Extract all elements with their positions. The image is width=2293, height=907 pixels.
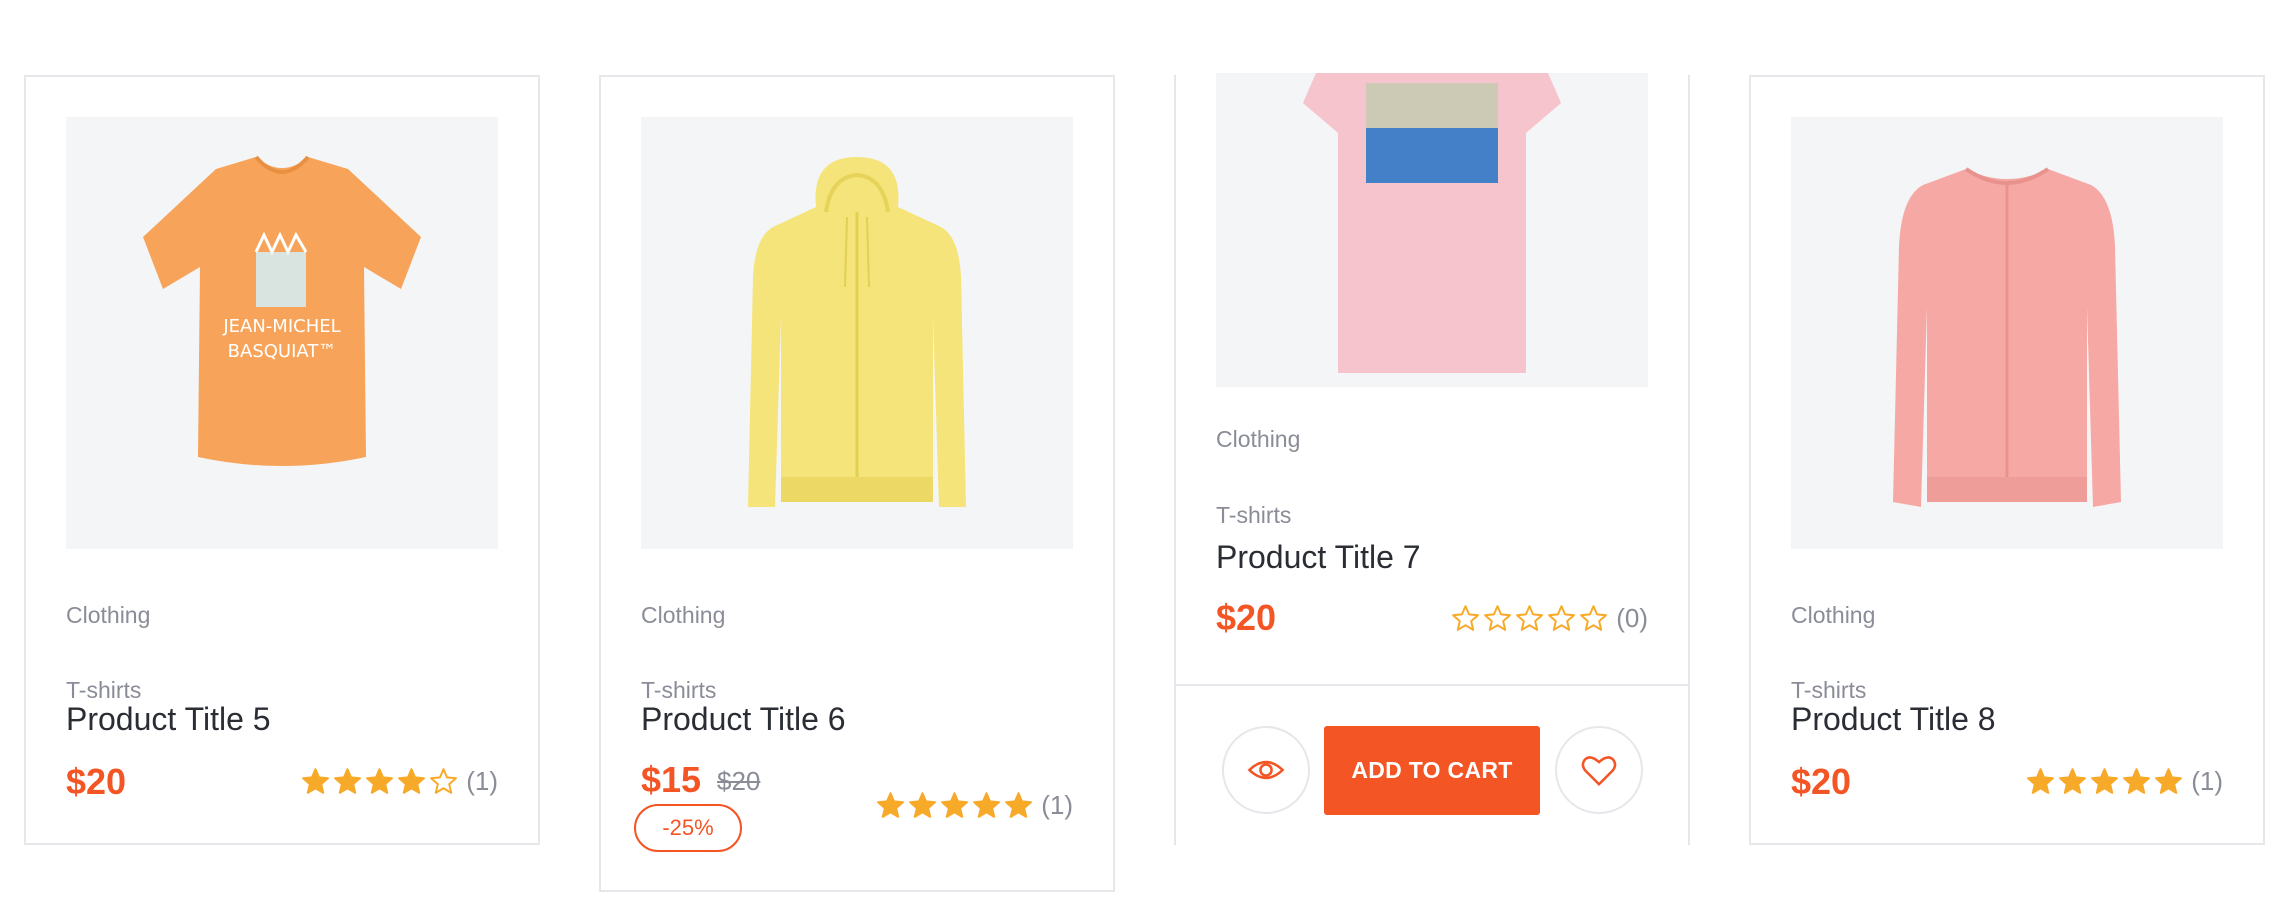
product-card[interactable]: Clothing T-shirts Product Title 6 $15 $2… (599, 75, 1115, 892)
add-to-cart-button[interactable]: ADD TO CART (1324, 726, 1540, 815)
product-category[interactable]: Clothing (1791, 602, 1875, 629)
star-filled-icon (2123, 768, 2151, 794)
yellow-hoodie-image (748, 157, 966, 507)
product-card[interactable]: JEAN-MICHEL BASQUIAT™ Clothing T-shirts … (24, 75, 540, 845)
star-filled-icon (2091, 768, 2119, 794)
product-rating: (1) (301, 766, 498, 797)
product-category[interactable]: Clothing (66, 602, 150, 629)
star-empty-icon (1548, 605, 1576, 631)
discount-badge: -25% (634, 804, 742, 852)
star-filled-icon (2027, 768, 2055, 794)
star-filled-icon (941, 792, 969, 818)
product-image[interactable] (1216, 73, 1648, 387)
star-filled-icon (909, 792, 937, 818)
product-price: $20 (1216, 597, 1277, 638)
product-price: $20 (66, 761, 127, 802)
quick-view-button[interactable] (1222, 726, 1310, 814)
heart-icon (1581, 756, 1617, 787)
product-category[interactable]: Clothing (641, 602, 725, 629)
product-rating: (1) (2026, 766, 2223, 797)
star-filled-icon (2059, 768, 2087, 794)
product-rating: (0) (1451, 603, 1648, 634)
product-old-price: $20 (717, 766, 761, 796)
star-filled-icon (398, 768, 426, 794)
product-price: $15 (641, 759, 702, 800)
tshirt-print-text-1: JEAN-MICHEL (222, 316, 340, 337)
product-image[interactable] (1791, 117, 2223, 549)
product-price: $20 (1791, 761, 1852, 802)
product-title[interactable]: Product Title 5 (66, 701, 271, 738)
product-title[interactable]: Product Title 6 (641, 701, 846, 738)
product-card[interactable]: Clothing T-shirts Product Title 8 $20 (1… (1749, 75, 2265, 845)
rating-stars (876, 791, 1033, 820)
product-category[interactable]: Clothing (1216, 426, 1300, 453)
star-filled-icon (877, 792, 905, 818)
product-title[interactable]: Product Title 7 (1216, 539, 1421, 576)
product-subcategory[interactable]: T-shirts (641, 677, 716, 704)
star-filled-icon (334, 768, 362, 794)
star-filled-icon (1005, 792, 1033, 818)
product-image[interactable] (641, 117, 1073, 549)
product-title[interactable]: Product Title 8 (1791, 701, 1996, 738)
eye-icon (1247, 760, 1285, 780)
card-actions-divider (1176, 684, 1688, 686)
orange-tshirt-image: JEAN-MICHEL BASQUIAT™ (143, 155, 421, 466)
star-empty-icon (430, 768, 458, 794)
product-card-hovered[interactable]: Clothing T-shirts Product Title 7 $20 (0… (1174, 73, 1690, 845)
product-subcategory[interactable]: T-shirts (1791, 677, 1866, 704)
tshirt-print-text-2: BASQUIAT™ (228, 341, 337, 362)
rating-count: (1) (466, 766, 498, 796)
star-empty-icon (1580, 605, 1608, 631)
pink-tshirt-image (1303, 73, 1561, 373)
star-empty-icon (1452, 605, 1480, 631)
star-filled-icon (302, 768, 330, 794)
product-rating: (1) (876, 790, 1073, 821)
rating-count: (0) (1616, 603, 1648, 633)
star-empty-icon (1516, 605, 1544, 631)
rating-count: (1) (1041, 790, 1073, 820)
rating-stars (1451, 604, 1608, 633)
rating-count: (1) (2191, 766, 2223, 796)
star-filled-icon (366, 768, 394, 794)
product-image[interactable]: JEAN-MICHEL BASQUIAT™ (66, 117, 498, 549)
rating-stars (301, 767, 458, 796)
star-filled-icon (2155, 768, 2183, 794)
pink-cardigan-image (1893, 167, 2121, 507)
rating-stars (2026, 767, 2183, 796)
wishlist-button[interactable] (1555, 726, 1643, 814)
star-filled-icon (973, 792, 1001, 818)
product-subcategory[interactable]: T-shirts (66, 677, 141, 704)
product-subcategory[interactable]: T-shirts (1216, 502, 1291, 529)
star-empty-icon (1484, 605, 1512, 631)
